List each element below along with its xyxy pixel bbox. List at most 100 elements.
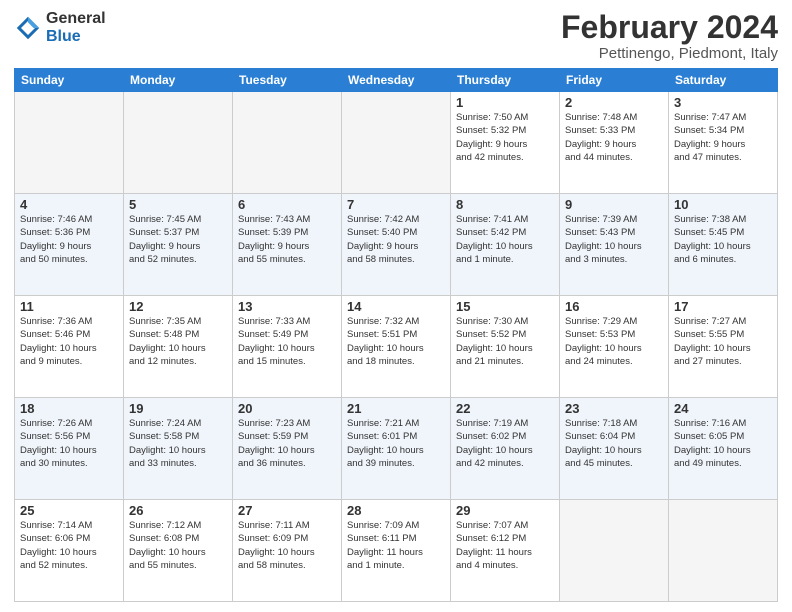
day-number: 1 [456,95,554,110]
day-number: 28 [347,503,445,518]
calendar-cell [124,92,233,194]
day-info: Sunrise: 7:16 AMSunset: 6:05 PMDaylight:… [674,417,772,470]
calendar-cell: 7Sunrise: 7:42 AMSunset: 5:40 PMDaylight… [342,194,451,296]
day-info: Sunrise: 7:29 AMSunset: 5:53 PMDaylight:… [565,315,663,368]
day-number: 25 [20,503,118,518]
day-number: 2 [565,95,663,110]
calendar-cell: 2Sunrise: 7:48 AMSunset: 5:33 PMDaylight… [560,92,669,194]
day-number: 21 [347,401,445,416]
day-number: 16 [565,299,663,314]
day-number: 9 [565,197,663,212]
calendar-cell: 14Sunrise: 7:32 AMSunset: 5:51 PMDayligh… [342,296,451,398]
day-number: 23 [565,401,663,416]
calendar-cell: 21Sunrise: 7:21 AMSunset: 6:01 PMDayligh… [342,398,451,500]
day-number: 13 [238,299,336,314]
calendar-cell: 1Sunrise: 7:50 AMSunset: 5:32 PMDaylight… [451,92,560,194]
calendar-cell: 17Sunrise: 7:27 AMSunset: 5:55 PMDayligh… [669,296,778,398]
header: General Blue February 2024 Pettinengo, P… [14,10,778,62]
calendar-cell: 26Sunrise: 7:12 AMSunset: 6:08 PMDayligh… [124,500,233,602]
logo: General Blue [14,10,106,45]
day-number: 24 [674,401,772,416]
day-info: Sunrise: 7:09 AMSunset: 6:11 PMDaylight:… [347,519,445,572]
day-number: 11 [20,299,118,314]
day-info: Sunrise: 7:39 AMSunset: 5:43 PMDaylight:… [565,213,663,266]
day-info: Sunrise: 7:36 AMSunset: 5:46 PMDaylight:… [20,315,118,368]
day-info: Sunrise: 7:42 AMSunset: 5:40 PMDaylight:… [347,213,445,266]
day-info: Sunrise: 7:43 AMSunset: 5:39 PMDaylight:… [238,213,336,266]
day-number: 29 [456,503,554,518]
day-number: 10 [674,197,772,212]
calendar-cell: 22Sunrise: 7:19 AMSunset: 6:02 PMDayligh… [451,398,560,500]
calendar-cell [15,92,124,194]
calendar-cell: 16Sunrise: 7:29 AMSunset: 5:53 PMDayligh… [560,296,669,398]
calendar-cell: 25Sunrise: 7:14 AMSunset: 6:06 PMDayligh… [15,500,124,602]
day-info: Sunrise: 7:35 AMSunset: 5:48 PMDaylight:… [129,315,227,368]
day-number: 26 [129,503,227,518]
calendar-cell: 28Sunrise: 7:09 AMSunset: 6:11 PMDayligh… [342,500,451,602]
day-info: Sunrise: 7:47 AMSunset: 5:34 PMDaylight:… [674,111,772,164]
calendar-cell: 9Sunrise: 7:39 AMSunset: 5:43 PMDaylight… [560,194,669,296]
weekday-header-thursday: Thursday [451,69,560,92]
calendar-cell: 4Sunrise: 7:46 AMSunset: 5:36 PMDaylight… [15,194,124,296]
calendar-cell: 6Sunrise: 7:43 AMSunset: 5:39 PMDaylight… [233,194,342,296]
day-info: Sunrise: 7:32 AMSunset: 5:51 PMDaylight:… [347,315,445,368]
day-info: Sunrise: 7:27 AMSunset: 5:55 PMDaylight:… [674,315,772,368]
day-info: Sunrise: 7:26 AMSunset: 5:56 PMDaylight:… [20,417,118,470]
logo-icon [14,14,42,42]
day-info: Sunrise: 7:33 AMSunset: 5:49 PMDaylight:… [238,315,336,368]
day-info: Sunrise: 7:48 AMSunset: 5:33 PMDaylight:… [565,111,663,164]
calendar-cell: 3Sunrise: 7:47 AMSunset: 5:34 PMDaylight… [669,92,778,194]
day-info: Sunrise: 7:38 AMSunset: 5:45 PMDaylight:… [674,213,772,266]
calendar-cell: 19Sunrise: 7:24 AMSunset: 5:58 PMDayligh… [124,398,233,500]
calendar-cell [233,92,342,194]
calendar-table: SundayMondayTuesdayWednesdayThursdayFrid… [14,68,778,602]
day-number: 7 [347,197,445,212]
day-info: Sunrise: 7:14 AMSunset: 6:06 PMDaylight:… [20,519,118,572]
calendar-cell: 8Sunrise: 7:41 AMSunset: 5:42 PMDaylight… [451,194,560,296]
day-number: 14 [347,299,445,314]
weekday-header-friday: Friday [560,69,669,92]
calendar-cell [669,500,778,602]
subtitle: Pettinengo, Piedmont, Italy [561,45,778,62]
day-info: Sunrise: 7:18 AMSunset: 6:04 PMDaylight:… [565,417,663,470]
calendar-week-2: 11Sunrise: 7:36 AMSunset: 5:46 PMDayligh… [15,296,778,398]
calendar-cell: 15Sunrise: 7:30 AMSunset: 5:52 PMDayligh… [451,296,560,398]
day-info: Sunrise: 7:07 AMSunset: 6:12 PMDaylight:… [456,519,554,572]
day-info: Sunrise: 7:19 AMSunset: 6:02 PMDaylight:… [456,417,554,470]
day-number: 4 [20,197,118,212]
day-number: 19 [129,401,227,416]
calendar-cell [342,92,451,194]
day-info: Sunrise: 7:50 AMSunset: 5:32 PMDaylight:… [456,111,554,164]
calendar-week-3: 18Sunrise: 7:26 AMSunset: 5:56 PMDayligh… [15,398,778,500]
day-number: 8 [456,197,554,212]
day-number: 5 [129,197,227,212]
day-info: Sunrise: 7:24 AMSunset: 5:58 PMDaylight:… [129,417,227,470]
weekday-header-saturday: Saturday [669,69,778,92]
day-number: 22 [456,401,554,416]
weekday-header-wednesday: Wednesday [342,69,451,92]
day-number: 18 [20,401,118,416]
calendar-cell: 11Sunrise: 7:36 AMSunset: 5:46 PMDayligh… [15,296,124,398]
calendar-cell: 24Sunrise: 7:16 AMSunset: 6:05 PMDayligh… [669,398,778,500]
page: General Blue February 2024 Pettinengo, P… [0,0,792,612]
logo-blue: Blue [46,28,81,45]
day-info: Sunrise: 7:23 AMSunset: 5:59 PMDaylight:… [238,417,336,470]
weekday-header-sunday: Sunday [15,69,124,92]
day-number: 20 [238,401,336,416]
day-number: 3 [674,95,772,110]
day-number: 15 [456,299,554,314]
calendar-cell: 27Sunrise: 7:11 AMSunset: 6:09 PMDayligh… [233,500,342,602]
day-number: 27 [238,503,336,518]
calendar-cell: 20Sunrise: 7:23 AMSunset: 5:59 PMDayligh… [233,398,342,500]
title-block: February 2024 Pettinengo, Piedmont, Ital… [561,10,778,62]
day-info: Sunrise: 7:21 AMSunset: 6:01 PMDaylight:… [347,417,445,470]
day-info: Sunrise: 7:46 AMSunset: 5:36 PMDaylight:… [20,213,118,266]
calendar-week-0: 1Sunrise: 7:50 AMSunset: 5:32 PMDaylight… [15,92,778,194]
logo-general: General [46,10,106,27]
calendar-cell [560,500,669,602]
calendar-cell: 12Sunrise: 7:35 AMSunset: 5:48 PMDayligh… [124,296,233,398]
calendar-cell: 10Sunrise: 7:38 AMSunset: 5:45 PMDayligh… [669,194,778,296]
calendar-week-4: 25Sunrise: 7:14 AMSunset: 6:06 PMDayligh… [15,500,778,602]
day-number: 12 [129,299,227,314]
day-number: 6 [238,197,336,212]
